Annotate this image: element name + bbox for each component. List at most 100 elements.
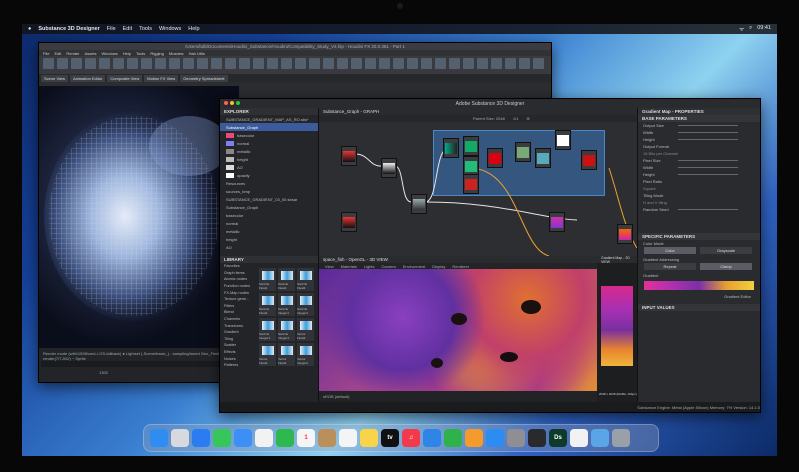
shelf-tool-icon[interactable] <box>351 58 362 69</box>
view3d-menu-item[interactable]: Display <box>432 264 445 269</box>
shelf-tool-icon[interactable] <box>239 58 250 69</box>
shelf-tool-icon[interactable] <box>169 58 180 69</box>
tab-composite-view[interactable]: Composite View <box>107 74 143 82</box>
tree-item-graph[interactable]: Substance_Graph <box>220 203 318 211</box>
tree-item-resource[interactable]: sources_bmp <box>220 187 318 195</box>
menu-tools[interactable]: Tools <box>139 26 152 32</box>
library-tile[interactable]: Vector Float4 <box>278 343 295 366</box>
param-height[interactable]: Height <box>638 136 760 143</box>
shelf-tool-icon[interactable] <box>281 58 292 69</box>
tree-item-output[interactable]: normal <box>220 219 318 227</box>
library-category[interactable]: Tiling <box>220 336 258 343</box>
library-tile[interactable]: Vector Float3 <box>259 343 276 366</box>
param-output-format[interactable]: Output Format <box>638 143 760 150</box>
shelf-tool-icon[interactable] <box>141 58 152 69</box>
library-tile[interactable]: Swizzle Integer4 <box>278 318 295 341</box>
library-tile[interactable]: Swizzle Float1 <box>259 268 276 291</box>
houdini-menu-item[interactable]: Assets <box>84 51 96 56</box>
shelf-tool-icon[interactable] <box>379 58 390 69</box>
dock-photos-icon[interactable] <box>255 429 273 447</box>
shelf-tool-icon[interactable] <box>505 58 516 69</box>
tree-item-package[interactable]: SUBSTANCE_GRADIENT_03_00.sbsar <box>220 195 318 203</box>
shelf-tool-icon[interactable] <box>71 58 82 69</box>
library-category[interactable]: Transforms <box>220 322 258 329</box>
dock-substance-3d-designer-icon[interactable]: Ds <box>549 429 567 447</box>
shelf-tool-icon[interactable] <box>477 58 488 69</box>
dock-app-store-icon[interactable] <box>486 429 504 447</box>
tree-item-output[interactable]: opacity <box>220 171 318 179</box>
input-values-section[interactable]: INPUT VALUES <box>638 304 760 311</box>
graph-node[interactable] <box>411 194 427 214</box>
graph-node[interactable] <box>555 130 571 150</box>
library-category[interactable]: Patterns <box>220 362 258 369</box>
shelf-tool-icon[interactable] <box>309 58 320 69</box>
tree-item-output[interactable]: height <box>220 235 318 243</box>
dock-mail-icon[interactable] <box>234 429 252 447</box>
dock-reminders-icon[interactable] <box>339 429 357 447</box>
shelf-tool-icon[interactable] <box>421 58 432 69</box>
library-category[interactable]: Effects <box>220 349 258 356</box>
dock-system-settings-icon[interactable] <box>507 429 525 447</box>
view-2d[interactable]: Gradient Map - 2D VIEW 2048 x 2048 (RGBA… <box>597 256 637 402</box>
graph-node[interactable] <box>381 158 397 178</box>
shelf-tool-icon[interactable] <box>85 58 96 69</box>
dock-messages-icon[interactable] <box>213 429 231 447</box>
houdini-menu-item[interactable]: Help <box>123 51 131 56</box>
graph-node[interactable] <box>341 212 357 232</box>
shelf-tool-icon[interactable] <box>127 58 138 69</box>
library-category[interactable]: Function nodes <box>220 283 258 290</box>
param-pixel-ratio[interactable]: Pixel Ratio <box>638 178 760 185</box>
addressing-clamp[interactable]: Clamp <box>700 263 752 270</box>
houdini-menu-item[interactable]: Muscles <box>169 51 184 56</box>
houdini-menu-item[interactable]: Hair Utils <box>189 51 205 56</box>
param-random-seed[interactable]: Random Seed <box>638 206 760 213</box>
shelf-tool-icon[interactable] <box>211 58 222 69</box>
dock-trash-icon[interactable] <box>612 429 630 447</box>
timeline-scrubber[interactable] <box>41 361 237 367</box>
dock-downloads-icon[interactable] <box>591 429 609 447</box>
shelf-tool-icon[interactable] <box>113 58 124 69</box>
graph-node[interactable] <box>443 138 459 158</box>
shelf-tool-icon[interactable] <box>519 58 530 69</box>
view3d-menu-item[interactable]: Camera <box>382 264 396 269</box>
shelf-tool-icon[interactable] <box>43 58 54 69</box>
shelf-tool-icon[interactable] <box>407 58 418 69</box>
tab-scene-view[interactable]: Scene View <box>41 74 69 82</box>
dock-numbers-icon[interactable] <box>444 429 462 447</box>
library-tile[interactable]: Swizzle Float3 <box>297 268 314 291</box>
param-tiling-mode[interactable]: Tiling Mode <box>638 192 760 199</box>
dock-safari-icon[interactable] <box>192 429 210 447</box>
library-tile[interactable]: Swizzle Float2 <box>278 268 295 291</box>
dock-iphone-mirroring-icon[interactable] <box>528 429 546 447</box>
library-category[interactable]: Scatter <box>220 342 258 349</box>
library-tile[interactable]: Swizzle Integer3 <box>259 318 276 341</box>
graph-node[interactable] <box>463 156 479 176</box>
shelf-tool-icon[interactable] <box>225 58 236 69</box>
library-tile[interactable]: Vector Float2 <box>297 318 314 341</box>
param-height[interactable]: Height <box>638 171 760 178</box>
apple-icon[interactable]: ● <box>28 26 31 32</box>
frame-field[interactable]: 1300 <box>99 370 108 375</box>
library-tile[interactable]: Swizzle Integer1 <box>278 293 295 316</box>
addressing-repeat[interactable]: Repeat <box>644 263 696 270</box>
menu-windows[interactable]: Windows <box>159 26 181 32</box>
dock-calendar-icon[interactable]: 1 <box>297 429 315 447</box>
param-output-format-value[interactable]: 16 Bits per Channel <box>638 150 760 157</box>
shelf-tool-icon[interactable] <box>183 58 194 69</box>
graph-node[interactable] <box>535 148 551 168</box>
shelf-tool-icon[interactable] <box>155 58 166 69</box>
menu-help[interactable]: Help <box>188 26 199 32</box>
minimize-icon[interactable] <box>230 101 234 105</box>
dock-finder-icon[interactable] <box>150 429 168 447</box>
dock-houdini-icon[interactable] <box>570 429 588 447</box>
library-tile[interactable]: Swizzle Float4 <box>259 293 276 316</box>
view3d-menu-item[interactable]: Lights <box>364 264 375 269</box>
shelf-tool-icon[interactable] <box>323 58 334 69</box>
param-width[interactable]: Width <box>638 129 760 136</box>
tree-item-output[interactable]: AO <box>220 163 318 171</box>
dock-contacts-icon[interactable] <box>318 429 336 447</box>
dock-music-icon[interactable]: ♫ <box>402 429 420 447</box>
library-category[interactable]: Filters <box>220 303 258 310</box>
shelf-tool-icon[interactable] <box>197 58 208 69</box>
gradient-editor-button[interactable]: Gradient Editor <box>638 293 760 300</box>
